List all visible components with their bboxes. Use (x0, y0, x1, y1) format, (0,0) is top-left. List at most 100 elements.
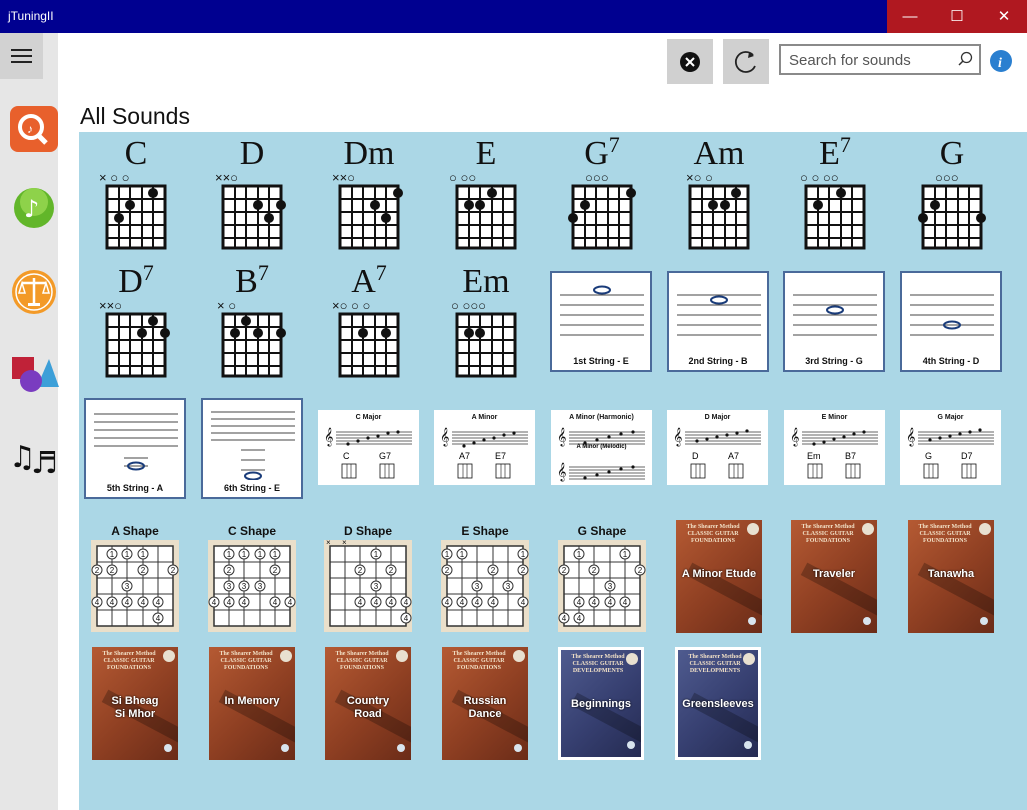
string-tile[interactable]: 4th String - D (900, 271, 1002, 372)
chord-tile[interactable]: Dm ××○ (330, 132, 408, 252)
chord-diagram: ○○○ (918, 170, 986, 250)
info-icon: i (990, 50, 1012, 72)
nav-item-notes[interactable]: ♫ ♬ (9, 429, 59, 481)
chord-shape-tile[interactable]: E Shape 1 1 1 2 2 2 3 3 4 4 4 4 4 (439, 524, 531, 634)
scale-title: D Major (704, 414, 731, 421)
chord-tile[interactable]: G7 ○○○ (563, 132, 641, 252)
scale-notation: 𝄞 (906, 427, 994, 479)
chord-marks: ○ ○ ○○ (800, 170, 839, 185)
string-tile[interactable]: 3rd String - G (783, 271, 885, 372)
book-badge-icon (280, 650, 292, 662)
book-tile[interactable]: The Shearer Method CLASSIC GUITAR DEVELO… (558, 647, 644, 760)
nav-item-quiz[interactable]: ♪ (9, 103, 59, 155)
svg-text:2: 2 (521, 566, 526, 575)
book-tile[interactable]: The Shearer Method CLASSIC GUITAR FOUNDA… (209, 647, 295, 760)
disc-icon (514, 744, 522, 752)
scale-sheet[interactable]: E Minor 𝄞 Em B7 (784, 410, 885, 485)
book-tile[interactable]: The Shearer Method CLASSIC GUITAR FOUNDA… (442, 647, 528, 760)
music-notes-icon: ♫ ♬ (9, 440, 58, 481)
string-tile[interactable]: 1st String - E (550, 271, 652, 372)
chord-name: G (939, 135, 965, 172)
search-input[interactable] (789, 50, 949, 70)
chord-tile[interactable]: C × ○ ○ (97, 132, 175, 252)
nav-item-music-note[interactable]: ♪ (9, 184, 59, 236)
book-title: A Minor Etude (681, 568, 757, 580)
scale-chord: G7 (379, 451, 392, 461)
svg-text:4: 4 (521, 598, 526, 607)
info-button[interactable]: i (989, 49, 1013, 73)
shape-label: A Shape (111, 524, 159, 538)
svg-text:4: 4 (156, 598, 161, 607)
book-tile[interactable]: The Shearer Method CLASSIC GUITAR FOUNDA… (92, 647, 178, 760)
book-tile[interactable]: The Shearer Method CLASSIC GUITAR DEVELO… (675, 647, 761, 760)
chord-tile[interactable]: Am ×○ ○ (680, 132, 758, 252)
string-tile[interactable]: 5th String - A (84, 398, 186, 499)
svg-text:𝄞: 𝄞 (790, 427, 799, 447)
svg-text:4: 4 (404, 614, 409, 623)
svg-text:4: 4 (358, 598, 363, 607)
svg-text:4: 4 (562, 614, 567, 623)
book-badge-icon (626, 653, 638, 665)
staff-icon (560, 285, 644, 336)
svg-text:𝄞: 𝄞 (906, 427, 915, 447)
book-tile[interactable]: The Shearer Method CLASSIC GUITAR FOUNDA… (791, 520, 877, 633)
window-controls: — ☐ ✕ (887, 0, 1027, 33)
scale-sheet[interactable]: A Minor 𝄞 A7 E7 (434, 410, 535, 485)
close-button[interactable]: ✕ (981, 0, 1027, 33)
window-title: jTuningII (8, 9, 54, 23)
chord-tile[interactable]: G ○○○ (913, 132, 991, 252)
svg-text:4: 4 (242, 598, 247, 607)
chord-shape-tile[interactable]: C Shape 1 1 1 1 2 2 3 3 3 4 4 4 4 4 (206, 524, 298, 634)
chord-name: C (124, 135, 148, 172)
svg-text:♪: ♪ (27, 122, 33, 136)
book-header: The Shearer Method CLASSIC GUITAR FOUNDA… (686, 524, 740, 544)
staff-icon (94, 413, 178, 471)
scale-sheet[interactable]: D Major 𝄞 D A7 (667, 410, 768, 485)
svg-text:2: 2 (273, 566, 278, 575)
book-title: Traveler (812, 568, 856, 580)
scale-sheet[interactable]: G Major 𝄞 G D7 (900, 410, 1001, 485)
book-badge-icon (743, 653, 755, 665)
scale-chord: A7 (728, 451, 740, 461)
nav-item-shapes[interactable] (9, 347, 59, 399)
sidebar: ♪ ♪ ♫ ♬ (0, 33, 59, 810)
book-badge-icon (513, 650, 525, 662)
nav-item-balance[interactable] (9, 266, 59, 318)
string-label: 6th String - E (224, 483, 280, 493)
svg-text:1: 1 (273, 550, 278, 559)
string-tile[interactable]: 2nd String - B (667, 271, 769, 372)
page-title: All Sounds (80, 103, 190, 129)
string-tile[interactable]: 6th String - E (201, 398, 303, 499)
chord-tile[interactable]: B7 × ○ (213, 260, 291, 380)
chord-diagram: ○ ○○○ (451, 298, 517, 378)
chord-tile[interactable]: A7 ×○ ○ ○ (330, 260, 408, 380)
svg-text:4: 4 (577, 598, 582, 607)
search-box[interactable] (779, 44, 981, 75)
book-tile[interactable]: The Shearer Method CLASSIC GUITAR FOUNDA… (908, 520, 994, 633)
chord-tile[interactable]: Em ○ ○○○ (447, 260, 525, 380)
svg-text:4: 4 (623, 598, 628, 607)
chord-marks: ×○ ○ (686, 170, 713, 185)
clear-button[interactable] (667, 39, 713, 84)
book-tile[interactable]: The Shearer Method CLASSIC GUITAR FOUNDA… (325, 647, 411, 760)
chord-shape-tile[interactable]: D Shape × × 1 2 2 3 4 4 4 4 4 (322, 524, 414, 634)
chord-shape-tile[interactable]: A Shape 1 1 1 2 2 2 2 3 4 4 4 4 4 4 (89, 524, 181, 634)
scale-sheet[interactable]: A Minor (Harmonic) 𝄞 𝄞 A Minor (Melodic) (551, 410, 652, 485)
chord-tile[interactable]: D ××○ (213, 132, 291, 252)
hamburger-menu-button[interactable] (0, 33, 43, 79)
string-label: 1st String - E (573, 356, 629, 366)
scale-chord: E7 (495, 451, 507, 461)
chord-tile[interactable]: D7 ××○ (97, 260, 175, 380)
chord-tile[interactable]: E7 ○ ○ ○○ (796, 132, 874, 252)
svg-text:3: 3 (374, 582, 379, 591)
minimize-button[interactable]: — (887, 0, 933, 33)
chord-shape-tile[interactable]: G Shape 1 1 2 2 2 3 4 4 4 4 4 4 (556, 524, 648, 634)
chord-tile[interactable]: E ○ ○○ (447, 132, 525, 252)
svg-text:3: 3 (227, 582, 232, 591)
refresh-button[interactable] (723, 39, 769, 84)
book-tile[interactable]: The Shearer Method CLASSIC GUITAR FOUNDA… (676, 520, 762, 633)
maximize-button[interactable]: ☐ (934, 0, 980, 33)
search-icon[interactable] (957, 51, 973, 67)
svg-text:2: 2 (141, 566, 146, 575)
scale-sheet[interactable]: C Major 𝄞 C G7 (318, 410, 419, 485)
